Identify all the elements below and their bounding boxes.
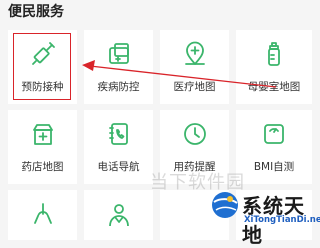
tile-pharmacy-map[interactable]: 药店地图 — [8, 110, 77, 184]
tile-nursing-room-map[interactable]: 母婴室地图 — [236, 30, 312, 104]
doctor-icon — [109, 204, 129, 227]
tile-doctor[interactable] — [84, 190, 153, 240]
pharmacy-store-icon — [33, 124, 53, 145]
phone-book-icon — [109, 123, 128, 145]
clock-icon — [184, 123, 206, 145]
tile-label: 电话导航 — [97, 161, 140, 173]
tile-phone-navigation[interactable]: 电话导航 — [84, 110, 153, 184]
annotation-highlight-box — [13, 33, 71, 100]
tile-disease-control[interactable]: 疾病防控 — [84, 30, 153, 104]
map-pin-icon — [185, 41, 205, 65]
tile-medical-map[interactable]: 医疗地图 — [160, 30, 229, 104]
section-title: 便民服务 — [8, 4, 64, 20]
medical-box-icon — [109, 43, 129, 64]
watermark-subtitle: XiTongTianDi.net — [244, 215, 320, 225]
tile-label: 医疗地图 — [173, 81, 216, 93]
tile-respiratory[interactable] — [8, 190, 77, 240]
watermark-logo: 系统天地 XiTongTianDi.net — [206, 186, 320, 247]
tile-label: 疾病防控 — [97, 81, 140, 93]
tile-bmi-test[interactable]: BMI自测 — [236, 110, 312, 184]
tile-label: 药店地图 — [21, 161, 64, 173]
scale-icon — [264, 124, 284, 144]
tile-label: BMI自测 — [253, 161, 295, 173]
baby-bottle-icon — [268, 42, 280, 66]
tile-label: 母婴室地图 — [247, 81, 301, 93]
globe-icon — [212, 192, 238, 218]
lungs-icon — [34, 203, 52, 224]
